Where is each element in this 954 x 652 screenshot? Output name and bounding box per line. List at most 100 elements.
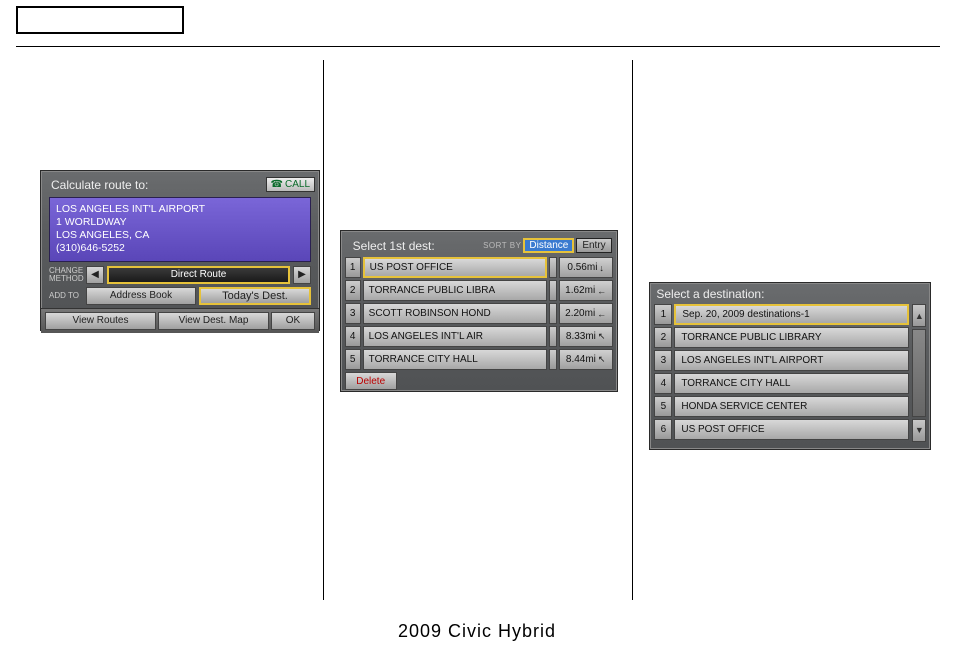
direction-icon: ← [597, 286, 606, 296]
header-rule [16, 46, 940, 47]
row-name: HONDA SERVICE CENTER [674, 396, 909, 417]
list-item[interactable]: 5 HONDA SERVICE CENTER [654, 396, 909, 417]
dest-line3: LOS ANGELES, CA [56, 229, 304, 242]
delete-label: Delete [356, 376, 385, 387]
call-label: CALL [285, 179, 310, 190]
change-method-row: CHANGE METHOD ◀ Direct Route ▶ [49, 266, 311, 284]
scroll-up-button[interactable]: ▲ [912, 304, 926, 327]
row-number: 5 [345, 349, 361, 370]
chevron-down-icon: ▼ [915, 425, 924, 435]
sort-by-label: SORT BY [483, 241, 521, 250]
panel3-title: Select a destination: [650, 283, 930, 304]
add-to-label: ADD TO [49, 292, 83, 300]
sort-distance-button[interactable]: Distance [523, 238, 574, 253]
row-name: SCOTT ROBINSON HOND [363, 303, 547, 324]
panel1-bottom-bar: View Routes View Dest. Map OK [41, 308, 319, 333]
list-item[interactable]: 4 TORRANCE CITY HALL [654, 373, 909, 394]
panel1-title: Calculate route to: [45, 174, 154, 194]
row-divider [549, 280, 557, 301]
row-distance: 1.62mi ← [559, 280, 613, 301]
row-distance: 0.56mi ↓ [559, 257, 613, 278]
direct-route-button[interactable]: Direct Route [107, 266, 290, 284]
direction-icon: ↓ [599, 263, 604, 273]
todays-dest-label: Today's Dest. [222, 290, 288, 302]
row-name: LOS ANGELES INT'L AIRPORT [674, 350, 909, 371]
scroll-track[interactable] [912, 329, 926, 416]
direction-icon: ↖ [598, 354, 606, 365]
sort-entry-button[interactable]: Entry [576, 238, 611, 253]
list-item[interactable]: 3 LOS ANGELES INT'L AIRPORT [654, 350, 909, 371]
direct-route-label: Direct Route [171, 269, 227, 280]
dest-line2: 1 WORLDWAY [56, 216, 304, 229]
address-book-label: Address Book [110, 290, 172, 301]
sort-entry-label: Entry [582, 240, 605, 251]
scroll-down-button[interactable]: ▼ [912, 419, 926, 442]
row-divider [549, 257, 557, 278]
list-item[interactable]: 1 Sep. 20, 2009 destinations-1 [654, 304, 909, 325]
row-number: 2 [345, 280, 361, 301]
panel-select-destination: Select a destination: 1 Sep. 20, 2009 de… [649, 282, 931, 450]
list-item[interactable]: 2 TORRANCE PUBLIC LIBRA 1.62mi ← [345, 280, 613, 301]
view-dest-map-button[interactable]: View Dest. Map [158, 312, 269, 330]
row-number: 3 [654, 350, 672, 371]
prev-method-button[interactable]: ◀ [86, 266, 104, 284]
row-name: Sep. 20, 2009 destinations-1 [674, 304, 909, 325]
ok-button[interactable]: OK [271, 312, 315, 330]
list-item[interactable]: 6 US POST OFFICE [654, 419, 909, 440]
column-separator-1 [323, 60, 324, 600]
row-divider [549, 303, 557, 324]
row-name: US POST OFFICE [674, 419, 909, 440]
panel-select-first-dest: Select 1st dest: SORT BY Distance Entry … [340, 230, 618, 392]
row-number: 1 [345, 257, 361, 278]
delete-button[interactable]: Delete [345, 372, 397, 390]
view-dest-map-label: View Dest. Map [179, 315, 249, 326]
destination-info-box: LOS ANGELES INT'L AIRPORT 1 WORLDWAY LOS… [49, 197, 311, 262]
list-item[interactable]: 1 US POST OFFICE 0.56mi ↓ [345, 257, 613, 278]
header-box [16, 6, 184, 34]
next-method-button[interactable]: ▶ [293, 266, 311, 284]
row-name: TORRANCE PUBLIC LIBRA [363, 280, 547, 301]
list-item[interactable]: 4 LOS ANGELES INT'L AIR 8.33mi ↖ [345, 326, 613, 347]
view-routes-button[interactable]: View Routes [45, 312, 156, 330]
row-name: TORRANCE CITY HALL [363, 349, 547, 370]
panel1-header: Calculate route to: ☎ CALL [41, 171, 319, 197]
panel2-list: 1 US POST OFFICE 0.56mi ↓ 2 TORRANCE PUB… [345, 257, 613, 370]
panel3-list: 1 Sep. 20, 2009 destinations-1 2 TORRANC… [654, 304, 909, 442]
column-1: Calculate route to: ☎ CALL LOS ANGELES I… [16, 60, 321, 600]
call-button[interactable]: ☎ CALL [266, 177, 315, 192]
list-item[interactable]: 2 TORRANCE PUBLIC LIBRARY [654, 327, 909, 348]
address-book-button[interactable]: Address Book [86, 287, 196, 305]
row-name: TORRANCE CITY HALL [674, 373, 909, 394]
column-2: Select 1st dest: SORT BY Distance Entry … [326, 60, 631, 600]
ok-label: OK [286, 315, 300, 326]
list-item[interactable]: 3 SCOTT ROBINSON HOND 2.20mi ← [345, 303, 613, 324]
row-distance: 2.20mi ← [559, 303, 613, 324]
view-routes-label: View Routes [73, 315, 129, 326]
chevron-up-icon: ▲ [915, 311, 924, 321]
row-number: 5 [654, 396, 672, 417]
dest-line1: LOS ANGELES INT'L AIRPORT [56, 203, 304, 216]
row-divider [549, 349, 557, 370]
list-item[interactable]: 5 TORRANCE CITY HALL 8.44mi ↖ [345, 349, 613, 370]
dest-line4: (310)646-5252 [56, 242, 304, 255]
panel2-title: Select 1st dest: [347, 235, 441, 255]
sort-by-group: SORT BY Distance Entry [483, 238, 612, 253]
todays-dest-button[interactable]: Today's Dest. [199, 287, 311, 305]
row-number: 1 [654, 304, 672, 325]
add-to-row: ADD TO Address Book Today's Dest. [49, 287, 311, 305]
row-distance-value: 2.20mi [565, 308, 595, 319]
row-number: 6 [654, 419, 672, 440]
panel3-scrollbar: ▲ ▼ [912, 304, 926, 442]
page-footer: 2009 Civic Hybrid [0, 621, 954, 642]
row-name: TORRANCE PUBLIC LIBRARY [674, 327, 909, 348]
panel-calculate-route: Calculate route to: ☎ CALL LOS ANGELES I… [40, 170, 320, 331]
panel2-delete-row: Delete [345, 372, 613, 390]
column-separator-2 [632, 60, 633, 600]
panel2-header: Select 1st dest: SORT BY Distance Entry [341, 231, 617, 257]
panel3-body: 1 Sep. 20, 2009 destinations-1 2 TORRANC… [654, 304, 926, 442]
row-name: LOS ANGELES INT'L AIR [363, 326, 547, 347]
sort-distance-label: Distance [529, 240, 568, 251]
row-distance-value: 8.44mi [566, 354, 596, 365]
row-distance: 8.33mi ↖ [559, 326, 613, 347]
columns: Calculate route to: ☎ CALL LOS ANGELES I… [16, 60, 940, 600]
